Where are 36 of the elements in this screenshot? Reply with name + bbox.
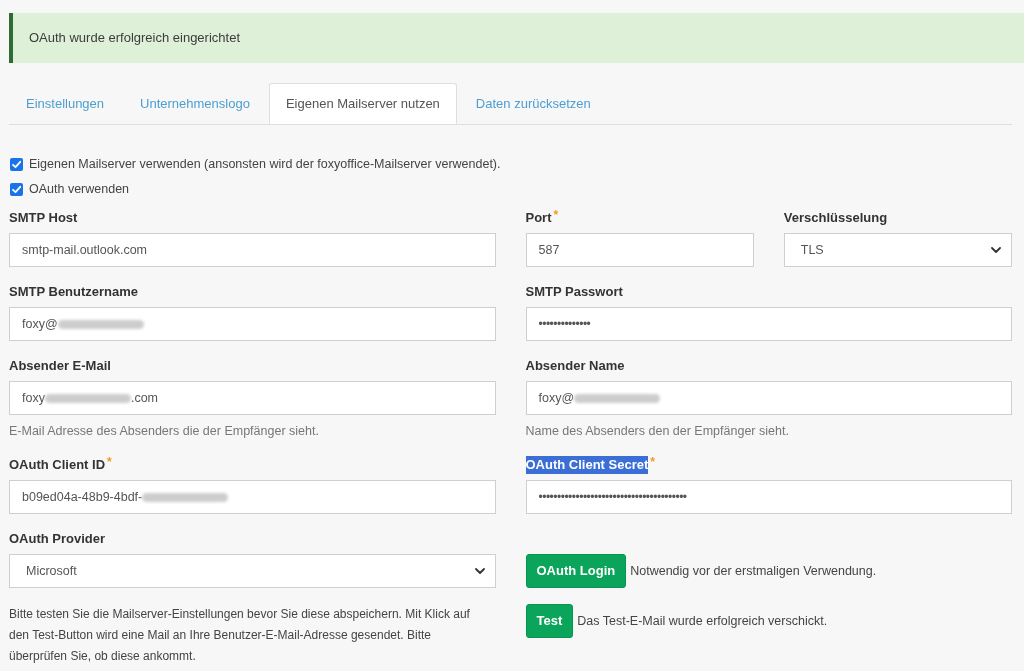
field-label: OAuth Client ID [9, 456, 106, 474]
field-label: Absender E-Mail [9, 357, 111, 375]
checkbox[interactable] [10, 182, 23, 196]
checkbox-label: Eigenen Mailserver verwenden (ansonsten wird der foxyoffice-Mailserver verwendet). [29, 155, 501, 173]
field-label: OAuth Provider [9, 530, 106, 548]
chevron-down-icon [474, 568, 485, 574]
field-label: OAuth Client Secret [525, 456, 649, 474]
info-text: Bitte testen Sie die Mailserver-Einstellungen bevor Sie diese abspeichern. Mit Klick auf den Test-Button wird eine Mail an Ihre Benutzer-E-Mail-Adresse gesendet. Bitte überprüfen Sie, ob diese ankommt. [9, 606, 471, 665]
status-note: Notwendig vor der erstmaligen Verwendung. [630, 562, 877, 580]
field-label: SMTP Benutzername [9, 283, 139, 301]
checkbox-label: OAuth verwenden [29, 180, 130, 198]
chevron-down-icon [991, 247, 1001, 253]
password-field[interactable]: •••••••••••••••••••••••••••••••••••••••• [525, 480, 1012, 514]
select-field[interactable]: Microsoft [9, 554, 496, 588]
field-label: SMTP Host [9, 209, 78, 227]
field-label: Verschlüsselung [783, 209, 888, 227]
tab[interactable]: Eigenen Mailserver nutzen [268, 83, 457, 124]
input-field[interactable]: smtp-mail.outlook.com [9, 233, 496, 267]
input-field[interactable]: foxy .com [9, 381, 496, 415]
help-text: Name des Absenders den der Empfänger sieht. [525, 423, 790, 440]
input-field[interactable]: foxy@ [525, 381, 1012, 415]
help-text: E-Mail Adresse des Absenders die der Empfänger sieht. [9, 423, 320, 440]
input-field[interactable]: 587 [525, 233, 754, 267]
field-label: SMTP Passwort [525, 283, 623, 301]
required-asterisk: * [553, 209, 559, 222]
input-field[interactable]: b09ed04a-48b9-4bdf- [9, 480, 496, 514]
select-field[interactable]: TLS [783, 233, 1012, 267]
field-label: Absender Name [525, 357, 625, 375]
status-note: Das Test-E-Mail wurde erfolgreich verschickt. [577, 612, 828, 630]
alert-banner: OAuth wurde erfolgreich eingerichtet [9, 13, 1024, 63]
checkbox[interactable] [10, 157, 23, 171]
password-field[interactable]: •••••••••••••• [525, 307, 1012, 341]
field-label: Port [525, 209, 552, 227]
input-field[interactable]: foxy@ [9, 307, 496, 341]
required-asterisk: * [107, 456, 112, 469]
required-asterisk: * [650, 456, 655, 469]
